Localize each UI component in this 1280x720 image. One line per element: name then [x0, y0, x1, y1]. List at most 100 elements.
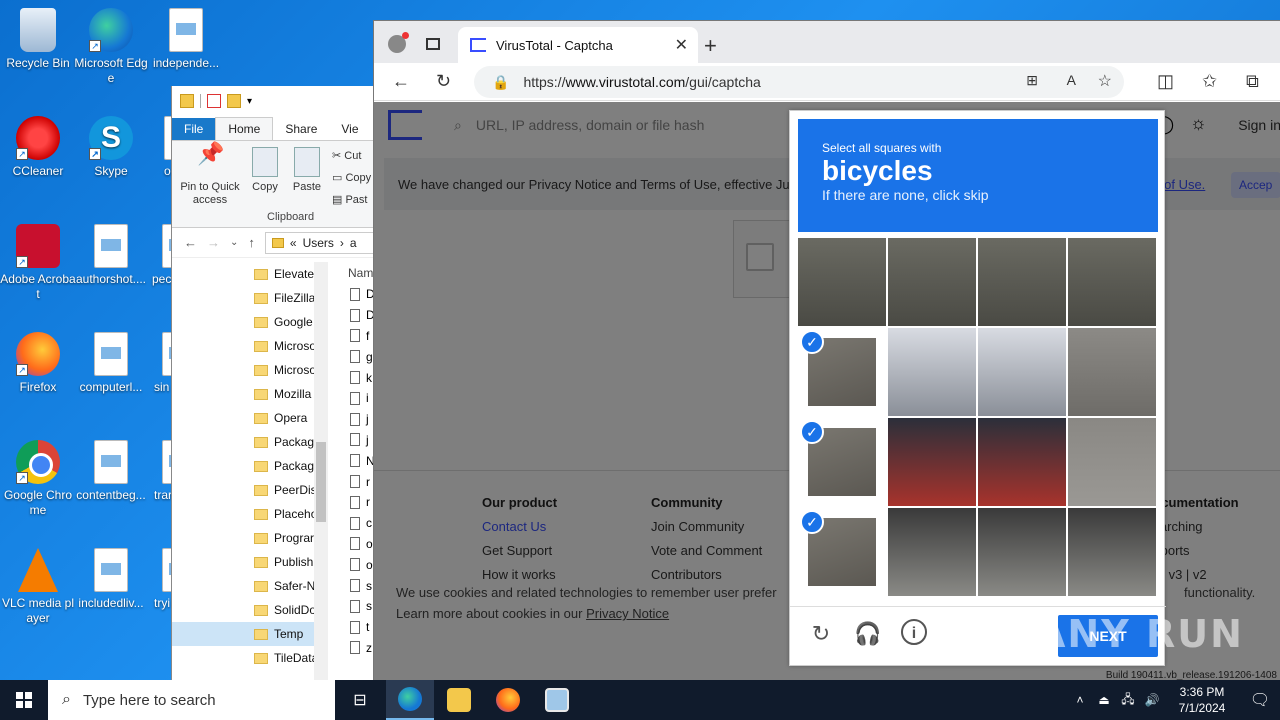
- navigation-scrollbar[interactable]: [314, 262, 328, 680]
- address-bar[interactable]: « Users › a: [264, 231, 376, 254]
- desktop-icon-partial[interactable]: sin: [148, 332, 189, 395]
- captcha-tile[interactable]: [978, 238, 1066, 326]
- file-row[interactable]: t: [330, 617, 377, 638]
- captcha-tile[interactable]: ✓: [798, 508, 886, 596]
- profile-avatar[interactable]: [388, 32, 409, 53]
- nav-item[interactable]: Prograr: [172, 526, 314, 550]
- properties-icon[interactable]: [207, 94, 221, 108]
- paste-button[interactable]: Paste: [290, 147, 324, 194]
- captcha-tile[interactable]: [978, 328, 1066, 416]
- captcha-tile[interactable]: [978, 508, 1066, 596]
- tab-view[interactable]: Vie: [329, 118, 370, 140]
- file-row[interactable]: o: [330, 534, 377, 555]
- usb-icon[interactable]: ⏏: [1092, 693, 1116, 707]
- desktop-icon-acrobat[interactable]: ↗ Adobe Acrobat: [0, 224, 76, 302]
- desktop-icon-ccleaner[interactable]: ↗ CCleaner: [0, 116, 76, 179]
- captcha-tile[interactable]: [888, 238, 976, 326]
- nav-item[interactable]: Packag: [172, 454, 314, 478]
- breadcrumb-overflow[interactable]: «: [290, 236, 297, 250]
- file-row[interactable]: j: [330, 430, 377, 451]
- file-row[interactable]: f: [330, 326, 377, 347]
- recent-locations-icon[interactable]: ⌄: [230, 237, 238, 248]
- new-folder-icon[interactable]: [227, 94, 241, 108]
- captcha-tile[interactable]: [798, 238, 886, 326]
- clock[interactable]: 3:36 PM 7/1/2024: [1164, 684, 1240, 716]
- nav-item[interactable]: Microso: [172, 358, 314, 382]
- file-row[interactable]: k: [330, 367, 377, 388]
- cut-button[interactable]: ✂ Cut: [332, 149, 361, 162]
- paste-shortcut-button[interactable]: ▤ Past: [332, 193, 367, 206]
- file-row[interactable]: j: [330, 409, 377, 430]
- file-row[interactable]: z: [330, 638, 377, 659]
- address-bar[interactable]: 🔒 https://www.virustotal.com/gui/captcha…: [474, 66, 1124, 98]
- captcha-tile[interactable]: [888, 418, 976, 506]
- tab-actions-icon[interactable]: [426, 38, 440, 50]
- taskbar-firefox[interactable]: [484, 680, 532, 720]
- desktop-icon-edge[interactable]: ↗ Microsoft Edge: [73, 8, 149, 86]
- nav-item[interactable]: Opera: [172, 406, 314, 430]
- desktop-icon-partial[interactable]: trar: [148, 440, 189, 503]
- nav-item[interactable]: FileZilla: [172, 286, 314, 310]
- back-arrow-icon[interactable]: ←: [392, 71, 410, 92]
- back-arrow-icon[interactable]: ←: [184, 235, 197, 250]
- nav-item-temp[interactable]: Temp: [172, 622, 314, 646]
- close-tab-icon[interactable]: ✕: [675, 35, 688, 55]
- nav-item[interactable]: Publish: [172, 550, 314, 574]
- file-row[interactable]: c: [330, 513, 377, 534]
- file-row[interactable]: s: [330, 575, 377, 596]
- pin-quick-access-button[interactable]: 📌 Pin to Quick access: [178, 143, 242, 207]
- taskbar-edge[interactable]: [386, 680, 434, 720]
- captcha-tile[interactable]: [978, 418, 1066, 506]
- nav-item[interactable]: Microso: [172, 334, 314, 358]
- copy-button[interactable]: Copy: [248, 147, 282, 194]
- nav-item[interactable]: SolidDo: [172, 598, 314, 622]
- task-view-button[interactable]: ⊟: [336, 680, 384, 720]
- file-row[interactable]: D: [330, 284, 377, 305]
- browser-tab-virustotal[interactable]: VirusTotal - Captcha ✕: [458, 27, 698, 63]
- desktop-icon-partial[interactable]: pec: [148, 224, 189, 287]
- captcha-tile[interactable]: [888, 508, 976, 596]
- start-button[interactable]: [0, 680, 48, 720]
- audio-headphones-icon[interactable]: 🎧: [853, 619, 883, 649]
- notifications-icon[interactable]: 🗨: [1240, 690, 1280, 710]
- new-tab-button[interactable]: +: [704, 33, 717, 59]
- file-row[interactable]: g: [330, 346, 377, 367]
- scrollbar-thumb[interactable]: [316, 442, 326, 522]
- desktop-icon-recycle-bin[interactable]: Recycle Bin: [0, 8, 76, 71]
- info-icon[interactable]: i: [901, 619, 927, 645]
- nav-item[interactable]: PeerDis: [172, 478, 314, 502]
- file-row[interactable]: s: [330, 596, 377, 617]
- breadcrumb-users[interactable]: Users: [303, 236, 334, 250]
- taskbar-search-box[interactable]: ⌕ Type here to search: [48, 680, 335, 720]
- column-header-name[interactable]: Nam: [330, 262, 377, 284]
- tab-file[interactable]: File: [172, 118, 216, 140]
- desktop-icon-vlc[interactable]: VLC media player: [0, 548, 76, 626]
- read-aloud-icon[interactable]: A: [1067, 72, 1076, 88]
- copy-path-button[interactable]: ▭ Copy: [332, 171, 371, 184]
- desktop-icon-chrome[interactable]: ↗ Google Chrome: [0, 440, 76, 518]
- network-icon[interactable]: 🖧: [1116, 690, 1140, 711]
- taskbar-file-explorer[interactable]: [435, 680, 483, 720]
- desktop-icon-file[interactable]: contentbeg...: [73, 440, 149, 503]
- apps-icon[interactable]: ⊞: [1026, 72, 1038, 89]
- up-arrow-icon[interactable]: ↑: [248, 235, 255, 250]
- desktop-icon-partial[interactable]: o: [130, 116, 191, 179]
- tab-share[interactable]: Share: [273, 118, 329, 140]
- nav-item[interactable]: Packag: [172, 430, 314, 454]
- desktop-icon-file[interactable]: independe...: [148, 8, 224, 71]
- forward-arrow-icon[interactable]: →: [207, 235, 220, 250]
- tab-home[interactable]: Home: [215, 117, 274, 140]
- captcha-tile[interactable]: ✓: [798, 328, 886, 416]
- captcha-tile[interactable]: [1068, 238, 1156, 326]
- nav-item[interactable]: Safer-N: [172, 574, 314, 598]
- file-row[interactable]: r: [330, 471, 377, 492]
- desktop-icon-file[interactable]: authorshot....: [73, 224, 149, 287]
- split-screen-icon[interactable]: ◫: [1157, 71, 1174, 92]
- nav-item[interactable]: Google: [172, 310, 314, 334]
- file-row[interactable]: r: [330, 492, 377, 513]
- show-hidden-icons-icon[interactable]: ˄: [1068, 693, 1092, 707]
- desktop-icon-file[interactable]: computerl...: [73, 332, 149, 395]
- quick-access-dropdown-icon[interactable]: ▾: [247, 96, 252, 107]
- captcha-tile[interactable]: [888, 328, 976, 416]
- refresh-icon[interactable]: ↻: [436, 71, 451, 92]
